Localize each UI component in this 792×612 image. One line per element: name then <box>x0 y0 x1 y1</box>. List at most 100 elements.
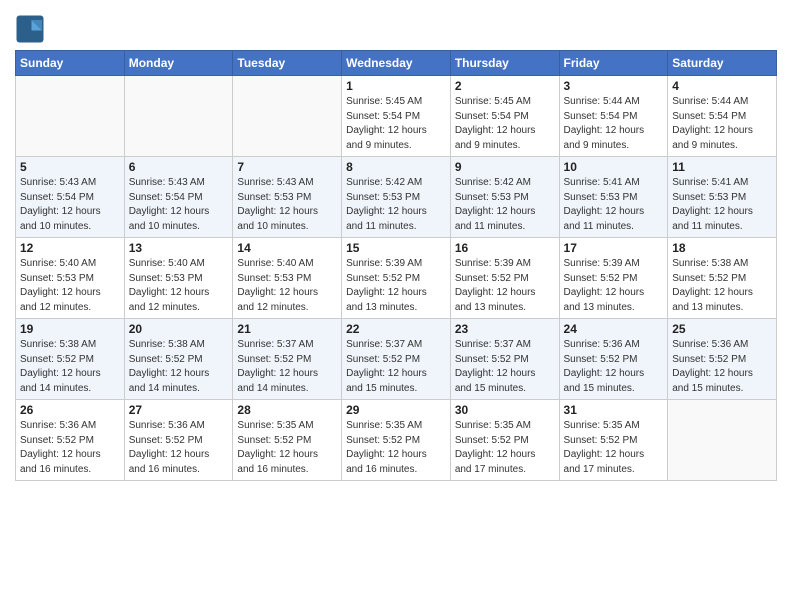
day-number: 30 <box>455 403 555 417</box>
day-info: Sunrise: 5:35 AM Sunset: 5:52 PM Dayligh… <box>237 419 337 477</box>
calendar-cell: 19 Sunrise: 5:38 AM Sunset: 5:52 PM Dayli… <box>16 319 125 400</box>
calendar-cell: 26 Sunrise: 5:36 AM Sunset: 5:52 PM Dayli… <box>16 400 125 481</box>
weekday-header-monday: Monday <box>124 51 233 76</box>
day-number: 23 <box>455 322 555 336</box>
calendar-cell: 13 Sunrise: 5:40 AM Sunset: 5:53 PM Dayli… <box>124 238 233 319</box>
day-number: 25 <box>672 322 772 336</box>
day-number: 20 <box>129 322 229 336</box>
day-number: 3 <box>564 79 664 93</box>
calendar-cell: 21 Sunrise: 5:37 AM Sunset: 5:52 PM Dayli… <box>233 319 342 400</box>
calendar-cell: 5 Sunrise: 5:43 AM Sunset: 5:54 PM Daylig… <box>16 157 125 238</box>
calendar-table: SundayMondayTuesdayWednesdayThursdayFrid… <box>15 50 777 481</box>
day-info: Sunrise: 5:36 AM Sunset: 5:52 PM Dayligh… <box>20 419 120 477</box>
day-number: 13 <box>129 241 229 255</box>
weekday-header-saturday: Saturday <box>668 51 777 76</box>
logo <box>15 14 47 44</box>
day-info: Sunrise: 5:35 AM Sunset: 5:52 PM Dayligh… <box>564 419 664 477</box>
day-info: Sunrise: 5:43 AM Sunset: 5:54 PM Dayligh… <box>20 176 120 234</box>
calendar-header: SundayMondayTuesdayWednesdayThursdayFrid… <box>16 51 777 76</box>
day-info: Sunrise: 5:37 AM Sunset: 5:52 PM Dayligh… <box>455 338 555 396</box>
day-info: Sunrise: 5:36 AM Sunset: 5:52 PM Dayligh… <box>672 338 772 396</box>
day-number: 11 <box>672 160 772 174</box>
day-info: Sunrise: 5:40 AM Sunset: 5:53 PM Dayligh… <box>129 257 229 315</box>
logo-icon <box>15 14 45 44</box>
day-number: 6 <box>129 160 229 174</box>
day-number: 31 <box>564 403 664 417</box>
day-number: 19 <box>20 322 120 336</box>
calendar-cell: 29Sunrise: 5:35 AM Sunset: 5:52 PM Dayli… <box>342 400 451 481</box>
weekday-header-friday: Friday <box>559 51 668 76</box>
day-info: Sunrise: 5:35 AM Sunset: 5:52 PM Dayligh… <box>346 419 446 477</box>
calendar-cell: 25 Sunrise: 5:36 AM Sunset: 5:52 PM Dayli… <box>668 319 777 400</box>
page-header <box>15 10 777 44</box>
day-number: 21 <box>237 322 337 336</box>
day-info: Sunrise: 5:41 AM Sunset: 5:53 PM Dayligh… <box>672 176 772 234</box>
calendar-cell: 11 Sunrise: 5:41 AM Sunset: 5:53 PM Dayli… <box>668 157 777 238</box>
calendar-cell: 22 Sunrise: 5:37 AM Sunset: 5:52 PM Dayli… <box>342 319 451 400</box>
day-info: Sunrise: 5:35 AM Sunset: 5:52 PM Dayligh… <box>455 419 555 477</box>
calendar-cell: 30 Sunrise: 5:35 AM Sunset: 5:52 PM Dayli… <box>450 400 559 481</box>
calendar-cell <box>16 76 125 157</box>
calendar-cell: 20Sunrise: 5:38 AM Sunset: 5:52 PM Dayli… <box>124 319 233 400</box>
calendar-cell: 7 Sunrise: 5:43 AM Sunset: 5:53 PM Daylig… <box>233 157 342 238</box>
day-info: Sunrise: 5:44 AM Sunset: 5:54 PM Dayligh… <box>564 95 664 153</box>
day-info: Sunrise: 5:42 AM Sunset: 5:53 PM Dayligh… <box>346 176 446 234</box>
day-info: Sunrise: 5:38 AM Sunset: 5:52 PM Dayligh… <box>672 257 772 315</box>
calendar-cell: 6 Sunrise: 5:43 AM Sunset: 5:54 PM Daylig… <box>124 157 233 238</box>
weekday-header-wednesday: Wednesday <box>342 51 451 76</box>
day-info: Sunrise: 5:43 AM Sunset: 5:53 PM Dayligh… <box>237 176 337 234</box>
day-info: Sunrise: 5:39 AM Sunset: 5:52 PM Dayligh… <box>564 257 664 315</box>
day-info: Sunrise: 5:39 AM Sunset: 5:52 PM Dayligh… <box>346 257 446 315</box>
day-number: 1 <box>346 79 446 93</box>
calendar-cell: 10 Sunrise: 5:41 AM Sunset: 5:53 PM Dayli… <box>559 157 668 238</box>
calendar-cell: 18 Sunrise: 5:38 AM Sunset: 5:52 PM Dayli… <box>668 238 777 319</box>
calendar-cell: 12 Sunrise: 5:40 AM Sunset: 5:53 PM Dayli… <box>16 238 125 319</box>
day-number: 16 <box>455 241 555 255</box>
day-number: 12 <box>20 241 120 255</box>
day-info: Sunrise: 5:45 AM Sunset: 5:54 PM Dayligh… <box>346 95 446 153</box>
day-info: Sunrise: 5:37 AM Sunset: 5:52 PM Dayligh… <box>237 338 337 396</box>
day-number: 24 <box>564 322 664 336</box>
day-number: 26 <box>20 403 120 417</box>
calendar-cell: 3 Sunrise: 5:44 AM Sunset: 5:54 PM Daylig… <box>559 76 668 157</box>
calendar-cell: 9 Sunrise: 5:42 AM Sunset: 5:53 PM Daylig… <box>450 157 559 238</box>
calendar-cell: 27Sunrise: 5:36 AM Sunset: 5:52 PM Dayli… <box>124 400 233 481</box>
calendar-cell: 4Sunrise: 5:44 AM Sunset: 5:54 PM Daylig… <box>668 76 777 157</box>
day-info: Sunrise: 5:39 AM Sunset: 5:52 PM Dayligh… <box>455 257 555 315</box>
day-number: 5 <box>20 160 120 174</box>
day-number: 14 <box>237 241 337 255</box>
calendar-cell: 31 Sunrise: 5:35 AM Sunset: 5:52 PM Dayli… <box>559 400 668 481</box>
weekday-header-tuesday: Tuesday <box>233 51 342 76</box>
day-info: Sunrise: 5:40 AM Sunset: 5:53 PM Dayligh… <box>237 257 337 315</box>
day-number: 2 <box>455 79 555 93</box>
day-number: 15 <box>346 241 446 255</box>
day-info: Sunrise: 5:38 AM Sunset: 5:52 PM Dayligh… <box>20 338 120 396</box>
day-number: 22 <box>346 322 446 336</box>
calendar-cell: 8 Sunrise: 5:42 AM Sunset: 5:53 PM Daylig… <box>342 157 451 238</box>
day-number: 4 <box>672 79 772 93</box>
day-number: 18 <box>672 241 772 255</box>
weekday-header-sunday: Sunday <box>16 51 125 76</box>
day-info: Sunrise: 5:41 AM Sunset: 5:53 PM Dayligh… <box>564 176 664 234</box>
day-info: Sunrise: 5:45 AM Sunset: 5:54 PM Dayligh… <box>455 95 555 153</box>
calendar-cell: 23 Sunrise: 5:37 AM Sunset: 5:52 PM Dayli… <box>450 319 559 400</box>
day-number: 7 <box>237 160 337 174</box>
calendar-cell <box>124 76 233 157</box>
day-info: Sunrise: 5:36 AM Sunset: 5:52 PM Dayligh… <box>129 419 229 477</box>
day-info: Sunrise: 5:37 AM Sunset: 5:52 PM Dayligh… <box>346 338 446 396</box>
day-number: 17 <box>564 241 664 255</box>
day-info: Sunrise: 5:40 AM Sunset: 5:53 PM Dayligh… <box>20 257 120 315</box>
calendar-cell: 2 Sunrise: 5:45 AM Sunset: 5:54 PM Daylig… <box>450 76 559 157</box>
calendar-cell: 16 Sunrise: 5:39 AM Sunset: 5:52 PM Dayli… <box>450 238 559 319</box>
day-info: Sunrise: 5:42 AM Sunset: 5:53 PM Dayligh… <box>455 176 555 234</box>
day-number: 9 <box>455 160 555 174</box>
calendar-cell <box>668 400 777 481</box>
calendar-cell: 17 Sunrise: 5:39 AM Sunset: 5:52 PM Dayli… <box>559 238 668 319</box>
day-number: 10 <box>564 160 664 174</box>
day-number: 28 <box>237 403 337 417</box>
calendar-cell: 15 Sunrise: 5:39 AM Sunset: 5:52 PM Dayli… <box>342 238 451 319</box>
day-info: Sunrise: 5:43 AM Sunset: 5:54 PM Dayligh… <box>129 176 229 234</box>
day-info: Sunrise: 5:36 AM Sunset: 5:52 PM Dayligh… <box>564 338 664 396</box>
calendar-cell <box>233 76 342 157</box>
day-number: 8 <box>346 160 446 174</box>
